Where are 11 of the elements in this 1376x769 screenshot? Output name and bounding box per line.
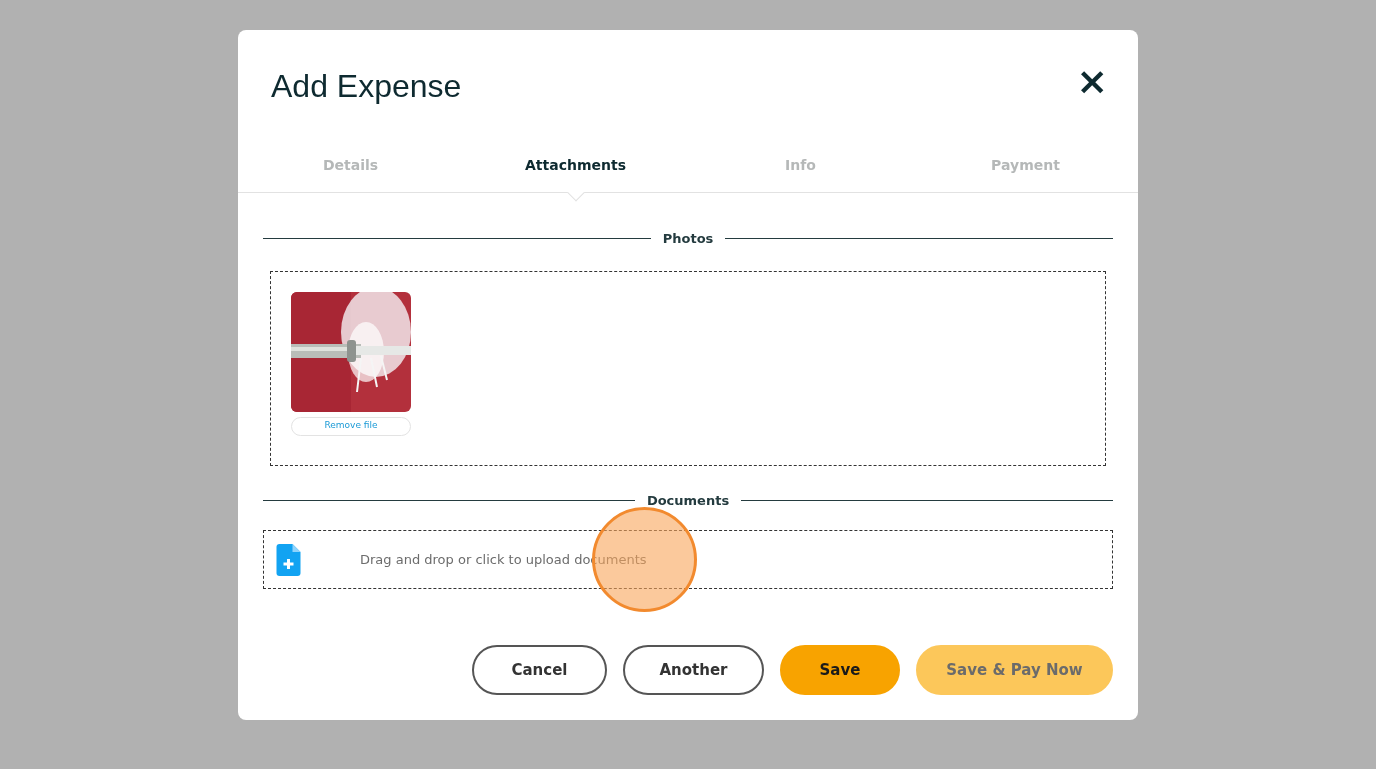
file-add-icon xyxy=(276,543,301,576)
dialog-title: Add Expense xyxy=(271,67,462,106)
photo-dropzone[interactable]: Remove file xyxy=(270,270,1106,466)
tab[interactable]: Attachments xyxy=(463,148,688,192)
section-heading: Documents xyxy=(646,491,730,510)
dialog-button[interactable]: Save xyxy=(780,645,900,695)
dialog-button[interactable]: Another xyxy=(623,645,764,695)
dialog-button[interactable]: Save & Pay Now xyxy=(916,645,1113,695)
section-heading: Photos xyxy=(662,230,714,248)
close-button[interactable]: × xyxy=(1076,62,1108,100)
dialog-button[interactable]: Cancel xyxy=(472,645,607,695)
